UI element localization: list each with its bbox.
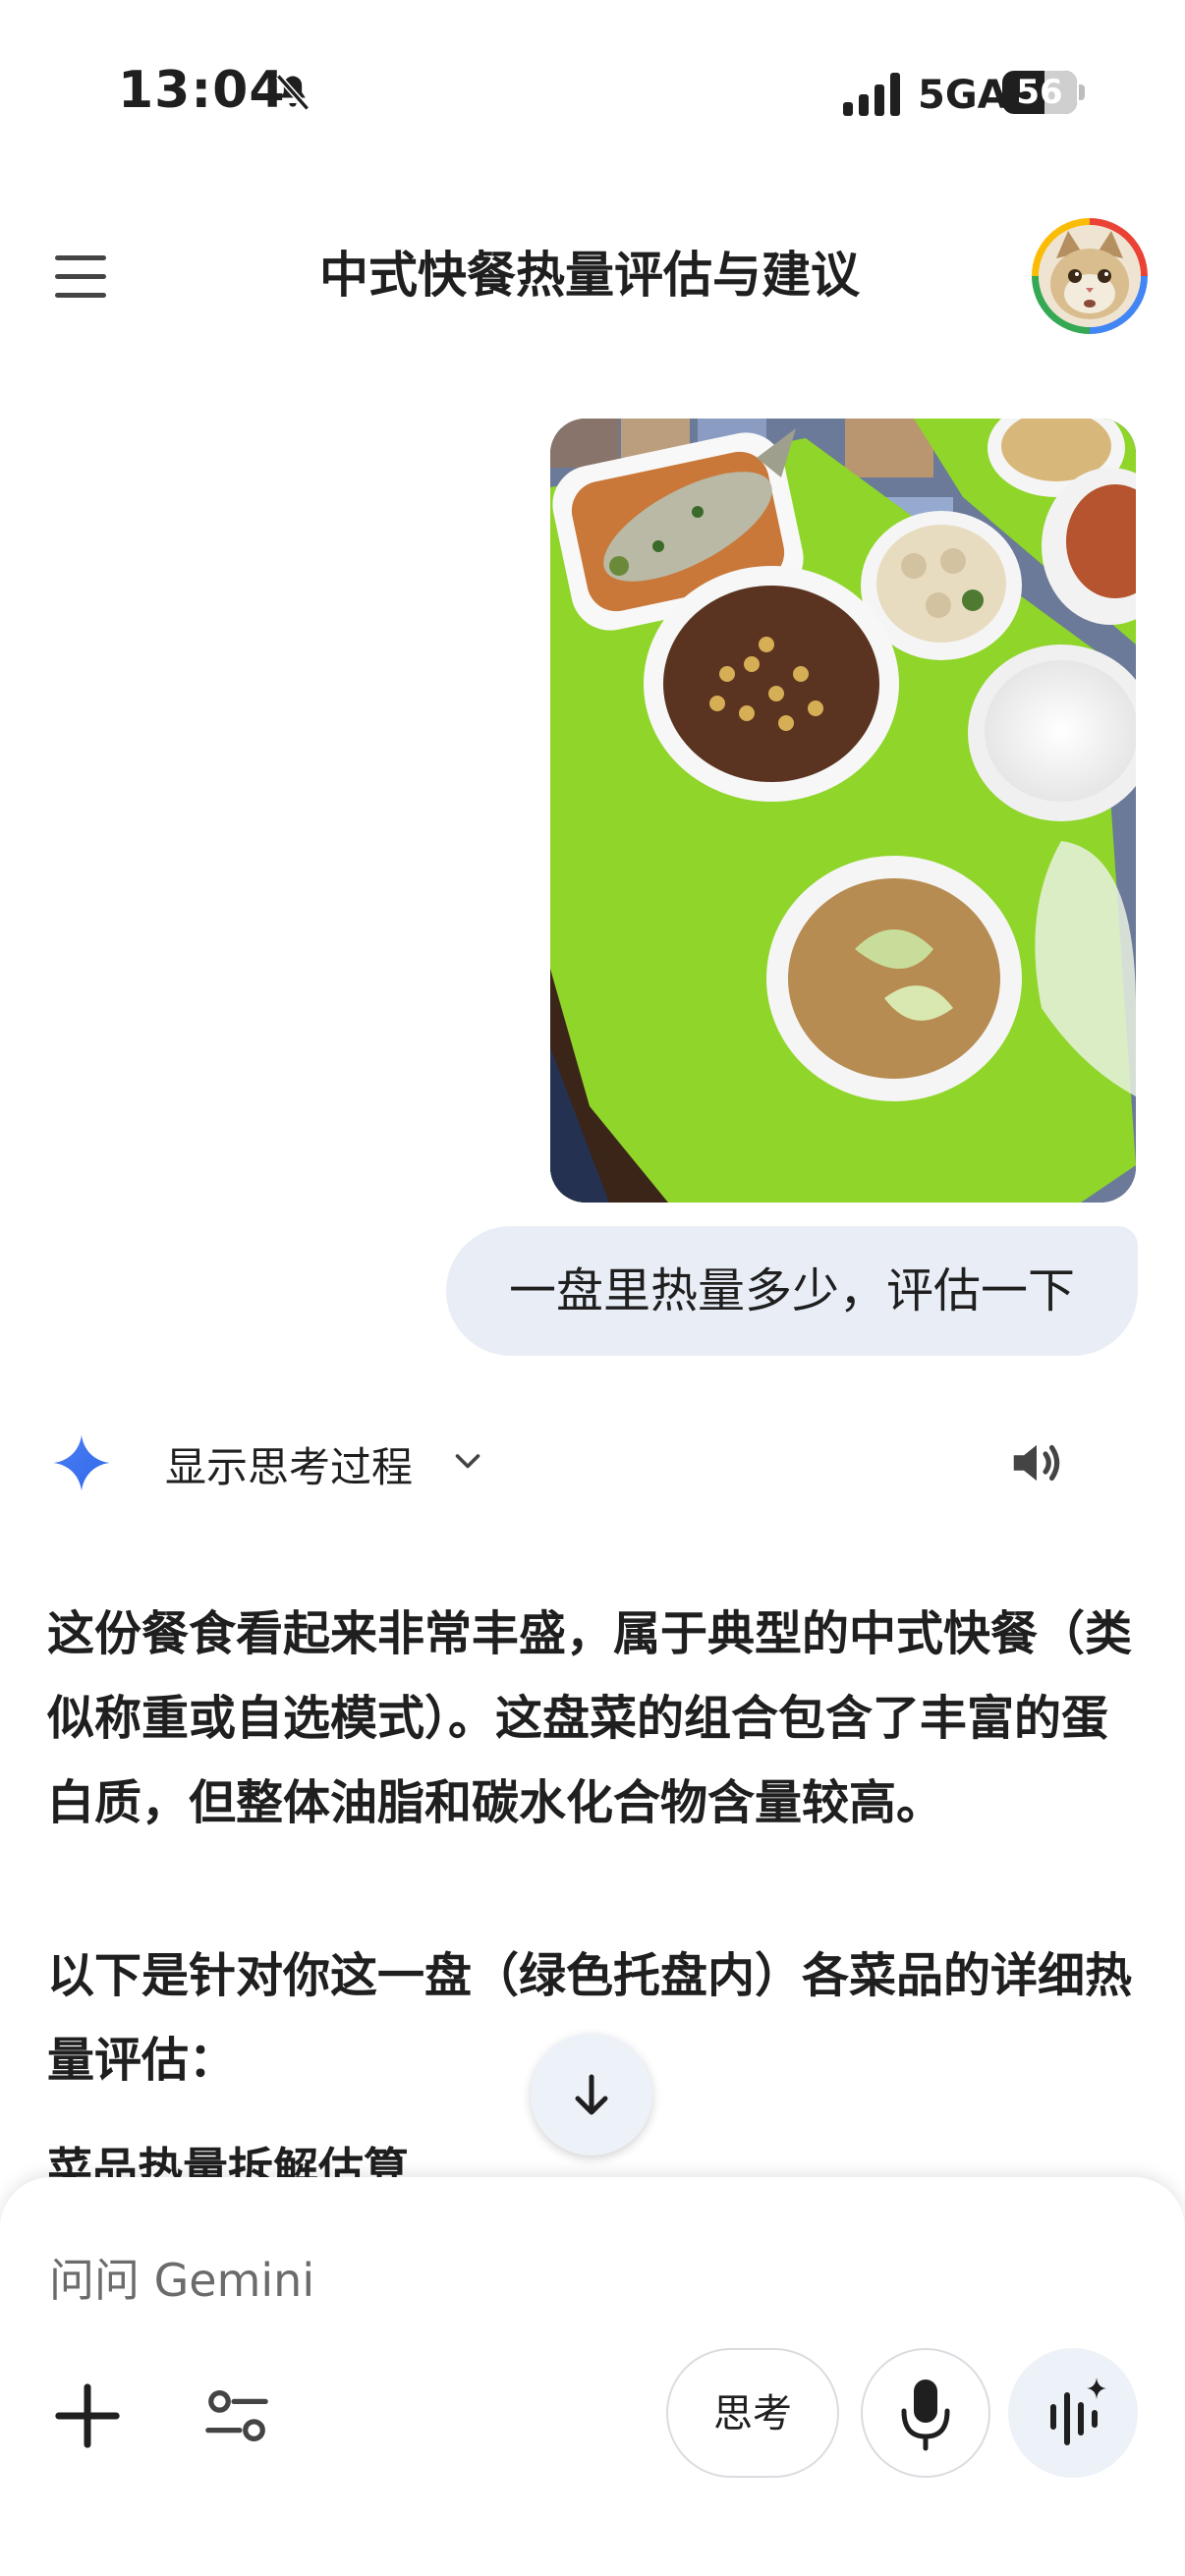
live-mode-button[interactable]: [1008, 2348, 1138, 2478]
scroll-down-button[interactable]: [531, 2034, 652, 2156]
cat-face-icon: [1039, 225, 1141, 327]
battery-level: 56: [1016, 73, 1063, 112]
think-button[interactable]: 思考: [666, 2348, 839, 2478]
battery-icon: 56: [1002, 71, 1087, 114]
uploaded-food-photo[interactable]: [550, 419, 1136, 1203]
bell-off-icon: [275, 74, 310, 111]
gemini-spark-icon: [53, 1434, 110, 1491]
chevron-down-icon[interactable]: [448, 1444, 487, 1480]
avatar[interactable]: [1032, 218, 1148, 334]
status-time: 13:04: [118, 61, 286, 120]
live-waveform-icon: [1050, 2378, 1106, 2445]
signal-icon: [843, 73, 900, 116]
status-bar: 13:04 5GA 56: [0, 0, 1185, 187]
network-type: 5GA: [918, 73, 1008, 118]
user-message: 一盘里热量多少，评估一下: [446, 1226, 1138, 1356]
tools-icon[interactable]: [202, 2381, 271, 2450]
microphone-icon: [901, 2380, 950, 2451]
menu-icon[interactable]: [49, 248, 112, 307]
show-thinking-toggle[interactable]: 显示思考过程: [165, 1434, 413, 1494]
response-paragraph: 这份餐食看起来非常丰盛，属于典型的中式快餐（类似称重或自选模式）。这盘菜的组合包…: [47, 1606, 1133, 1830]
speaker-icon[interactable]: [1006, 1432, 1067, 1493]
microphone-button[interactable]: [861, 2348, 990, 2478]
plus-icon[interactable]: [53, 2381, 122, 2450]
page-title: 中式快餐热量评估与建议: [319, 247, 860, 304]
arrow-down-icon: [575, 2074, 608, 2115]
ask-gemini-input[interactable]: [47, 2240, 1132, 2321]
